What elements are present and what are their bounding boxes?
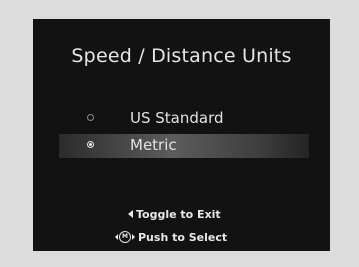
dial-right-arrow-icon [132, 234, 135, 240]
toggle-exit-label: Toggle to Exit [136, 208, 221, 221]
option-label: US Standard [130, 109, 224, 127]
page-title: Speed / Distance Units [71, 45, 292, 67]
option-label: Metric [130, 136, 177, 154]
radio-selected-icon[interactable] [87, 141, 94, 148]
display-screen: Speed / Distance Units US Standard Metri… [33, 19, 330, 251]
radio-unselected-icon[interactable] [87, 114, 94, 121]
left-arrow-icon [128, 210, 133, 218]
page-frame: Speed / Distance Units US Standard Metri… [0, 0, 359, 267]
push-select-label: Push to Select [138, 231, 228, 244]
toggle-exit-hint: Toggle to Exit [128, 208, 221, 221]
dial-knob-icon: M [119, 231, 131, 243]
dial-left-arrow-icon [115, 234, 118, 240]
push-select-hint: M Push to Select [115, 231, 227, 245]
interface-dial-icon: M [115, 231, 135, 245]
option-us-standard[interactable]: US Standard [59, 107, 309, 131]
option-metric[interactable]: Metric [59, 134, 309, 158]
